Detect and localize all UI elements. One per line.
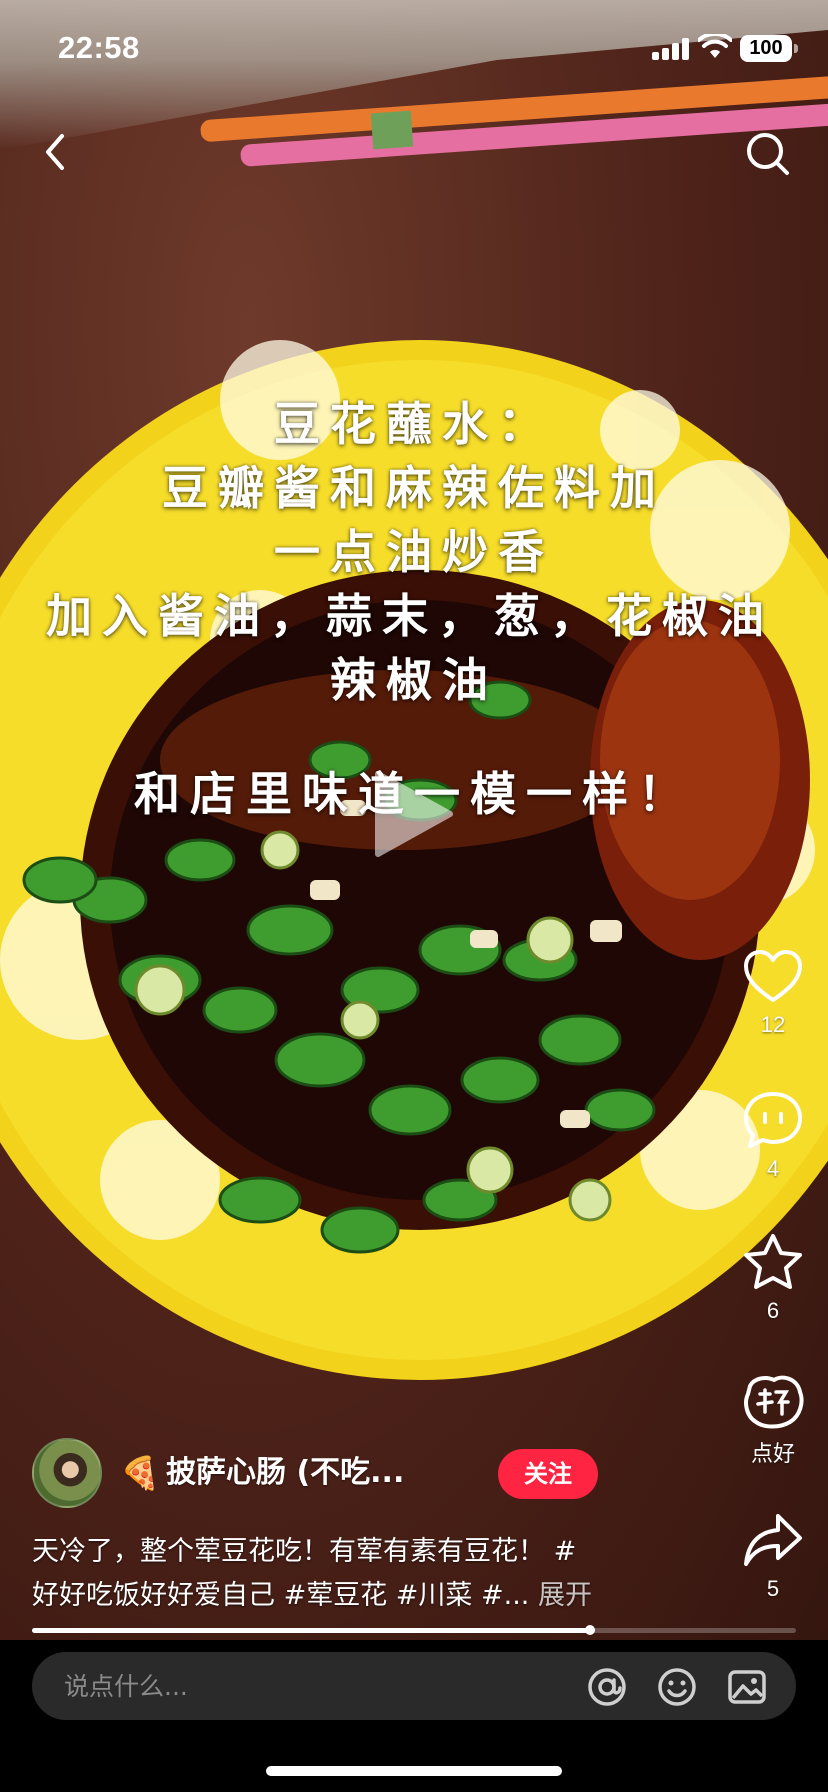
cellular-signal-icon <box>652 38 690 60</box>
comment-bubble-icon <box>744 1092 802 1148</box>
like-count: 12 <box>760 1012 786 1037</box>
bottom-bar <box>0 1640 828 1792</box>
overlay-line: 豆瓣酱和麻辣佐料加 <box>162 461 666 515</box>
at-sign-icon[interactable] <box>586 1666 628 1708</box>
share-count: 5 <box>766 1576 780 1601</box>
overlay-line: 辣椒油 <box>330 653 498 707</box>
status-time: 22:58 <box>58 30 140 65</box>
post-description[interactable]: 天冷了，整个荤豆花吃！有荤有素有豆花！ # 好好吃饭好好爱自己 #荤豆花 #川菜… <box>32 1530 692 1618</box>
description-line: 好好吃饭好好爱自己 #荤豆花 #川菜 #... <box>32 1580 530 1611</box>
progress-knob[interactable] <box>584 1625 595 1635</box>
good-label: 点好 <box>750 1441 795 1466</box>
overlay-line: 加入酱油，蒜末，葱，花椒油 <box>46 589 774 643</box>
good-badge-icon <box>744 1375 804 1429</box>
back-arrow-icon[interactable] <box>34 130 78 174</box>
pizza-emoji-icon: 🍕 <box>120 1454 160 1492</box>
comment-input[interactable] <box>64 1652 564 1720</box>
follow-button[interactable]: 关注 <box>498 1449 598 1499</box>
comment-box[interactable] <box>32 1652 796 1720</box>
heart-icon <box>744 950 802 1002</box>
emoji-face-icon[interactable] <box>656 1666 698 1708</box>
comment-count: 4 <box>766 1156 780 1181</box>
image-icon[interactable] <box>726 1666 768 1708</box>
comment-button[interactable]: 4 <box>740 1090 806 1182</box>
star-count: 6 <box>766 1298 780 1323</box>
author-row: 🍕 披萨心肠 (不吃... 关注 <box>32 1438 598 1510</box>
video-progress-bar[interactable] <box>32 1625 796 1635</box>
good-button[interactable]: 点好 <box>740 1372 806 1468</box>
avatar[interactable] <box>32 1438 102 1508</box>
description-line: 天冷了，整个荤豆花吃！有荤有素有豆花！ # <box>32 1536 577 1567</box>
progress-fill <box>32 1628 590 1633</box>
play-icon[interactable] <box>368 766 456 862</box>
collect-button[interactable]: 6 <box>740 1232 806 1324</box>
share-button[interactable]: 5 <box>740 1510 806 1602</box>
like-button[interactable]: 12 <box>740 948 806 1038</box>
star-icon <box>744 1234 802 1289</box>
wifi-icon <box>698 34 732 58</box>
share-arrow-icon <box>744 1514 802 1566</box>
author-name[interactable]: 披萨心肠 (不吃... <box>166 1454 404 1492</box>
battery-indicator: 100 <box>740 35 798 62</box>
search-icon[interactable] <box>744 130 792 178</box>
overlay-line: 豆花蘸水： <box>274 397 554 451</box>
overlay-line: 一点油炒香 <box>274 525 554 579</box>
expand-link[interactable]: 展开 <box>538 1580 592 1611</box>
video-overlay-text: 豆花蘸水： 豆瓣酱和麻辣佐料加 一点油炒香 加入酱油，蒜末，葱，花椒油 辣椒油 … <box>0 392 828 826</box>
home-indicator <box>266 1766 562 1776</box>
status-bar: 22:58 100 <box>0 0 828 100</box>
